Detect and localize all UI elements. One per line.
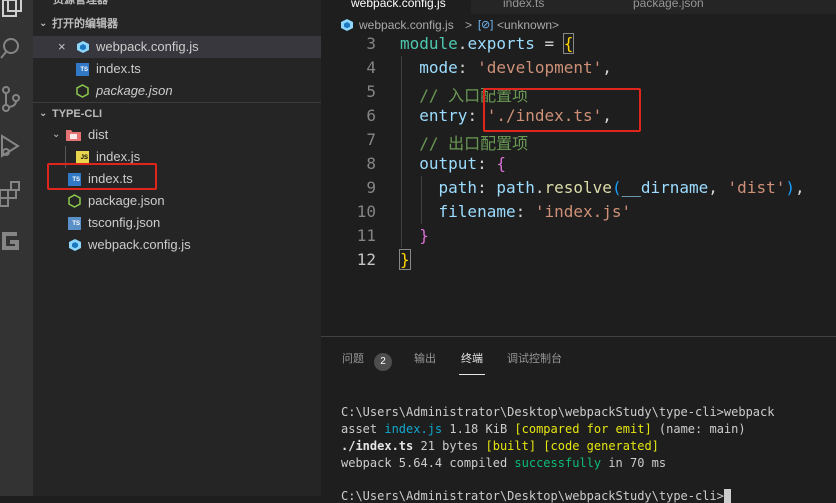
- open-editors-title: 打开的编辑器: [52, 18, 118, 30]
- folder-dist-icon: [66, 130, 81, 141]
- webpack-icon: [69, 239, 81, 251]
- tree-label: package.json: [88, 193, 165, 208]
- code-line: mode: 'development',: [419, 58, 612, 77]
- node-json-icon: [68, 194, 81, 208]
- terminal-prompt[interactable]: C:\Users\Administrator\Desktop\webpackSt…: [341, 489, 732, 503]
- code-line: }: [419, 226, 429, 245]
- project-title: TYPE-CLI: [52, 108, 103, 120]
- code-editor[interactable]: 3 module.exports = { 4 mode: 'developmen…: [321, 33, 836, 336]
- extensions-icon[interactable]: [0, 180, 33, 210]
- tab-label: package.json: [633, 0, 704, 10]
- open-editor-label: package.json: [96, 83, 173, 98]
- node-json-icon: [76, 84, 89, 98]
- code-line: module.exports = {: [400, 33, 575, 54]
- line-number: 10: [356, 202, 376, 221]
- breadcrumb-symbol[interactable]: <unknown>: [497, 14, 559, 36]
- search-icon[interactable]: [0, 34, 33, 64]
- code-line: path: path.resolve(__dirname, 'dist'),: [438, 178, 805, 197]
- run-debug-icon[interactable]: [0, 132, 33, 162]
- tab-output[interactable]: 输出: [414, 350, 436, 366]
- breadcrumb-separator: >: [465, 18, 473, 32]
- open-editors-header[interactable]: ⌄ 打开的编辑器: [33, 13, 321, 35]
- tree-item-package-json[interactable]: package.json: [33, 190, 321, 212]
- terminal-line: ./index.ts 21 bytes [built] [code genera…: [341, 439, 659, 453]
- breadcrumb: webpack.config.js > [⊘] <unknown>: [321, 14, 836, 36]
- code-line: }: [399, 249, 411, 270]
- highlight-box: [47, 163, 157, 190]
- tsconfig-icon: TS: [68, 217, 81, 230]
- tab-problems[interactable]: 问题: [342, 350, 364, 366]
- terminal-line: asset index.js 1.18 KiB [compared for em…: [341, 422, 746, 436]
- tree-item-tsconfig[interactable]: TS tsconfig.json: [33, 212, 321, 234]
- tree-label: webpack.config.js: [88, 237, 191, 252]
- code-line: output: {: [419, 154, 506, 173]
- tree-label: tsconfig.json: [88, 215, 161, 230]
- line-number: 7: [366, 130, 376, 149]
- tab-index-ts[interactable]: index.ts: [473, 0, 601, 14]
- tab-label: webpack.config.js: [351, 0, 446, 10]
- symbol-icon: [⊘]: [478, 19, 494, 31]
- chevron-down-icon: ⌄: [52, 129, 61, 140]
- line-number: 8: [366, 154, 376, 173]
- line-number: 9: [366, 178, 376, 197]
- line-number: 4: [366, 58, 376, 77]
- source-control-icon[interactable]: [0, 84, 33, 114]
- tab-label: index.ts: [503, 0, 545, 10]
- explorer-sidebar: 资源管理器 ⌄ 打开的编辑器 × webpack.config.js TS in…: [33, 0, 321, 496]
- open-editor-label: webpack.config.js: [96, 39, 199, 54]
- tab-terminal[interactable]: 终端: [461, 350, 483, 366]
- open-editor-item-webpack-config[interactable]: × webpack.config.js: [33, 36, 321, 58]
- terminal-line: C:\Users\Administrator\Desktop\webpackSt…: [341, 405, 775, 419]
- explorer-title: 资源管理器: [53, 0, 108, 6]
- problems-count-badge: 2: [374, 353, 392, 371]
- editor-tab-bar: webpack.config.js index.ts package.json: [321, 0, 836, 14]
- close-icon[interactable]: ×: [58, 36, 66, 58]
- terminal-line: webpack 5.64.4 compiled successfully in …: [341, 456, 667, 470]
- line-number: 5: [366, 82, 376, 101]
- project-header[interactable]: ⌄ TYPE-CLI: [33, 103, 321, 125]
- webpack-icon: [341, 19, 353, 31]
- bottom-panel: 问题 2 输出 终端 调试控制台 C:\Users\Administrator\…: [321, 336, 836, 503]
- webpack-icon: [77, 41, 89, 53]
- highlight-box: [483, 88, 641, 132]
- chevron-down-icon: ⌄: [39, 108, 48, 119]
- tab-webpack-config[interactable]: webpack.config.js: [321, 0, 471, 14]
- line-number: 11: [356, 226, 376, 245]
- explorer-icon[interactable]: [0, 0, 33, 22]
- chevron-down-icon: ⌄: [39, 18, 48, 29]
- active-tab-indicator: [459, 374, 485, 375]
- code-line: filename: 'index.js': [438, 202, 632, 221]
- tree-label: dist: [88, 127, 109, 142]
- tree-item-dist[interactable]: ⌄ dist: [33, 124, 321, 146]
- open-editor-item-index-ts[interactable]: TS index.ts: [33, 58, 321, 80]
- tree-item-webpack-config[interactable]: webpack.config.js: [33, 234, 321, 256]
- line-number: 3: [366, 34, 376, 53]
- tab-debug-console[interactable]: 调试控制台: [507, 350, 562, 366]
- open-editor-item-package-json[interactable]: package.json: [33, 80, 321, 102]
- open-editor-label: index.ts: [96, 61, 141, 76]
- activity-bar: [0, 0, 33, 496]
- line-number: 6: [366, 106, 376, 125]
- line-number: 12: [356, 250, 376, 269]
- breadcrumb-file[interactable]: webpack.config.js: [359, 14, 454, 36]
- tab-package-json[interactable]: package.json: [603, 0, 733, 14]
- ts-file-icon: TS: [76, 63, 89, 76]
- code-line: // 出口配置项: [400, 134, 529, 153]
- gitlens-icon[interactable]: [0, 228, 33, 258]
